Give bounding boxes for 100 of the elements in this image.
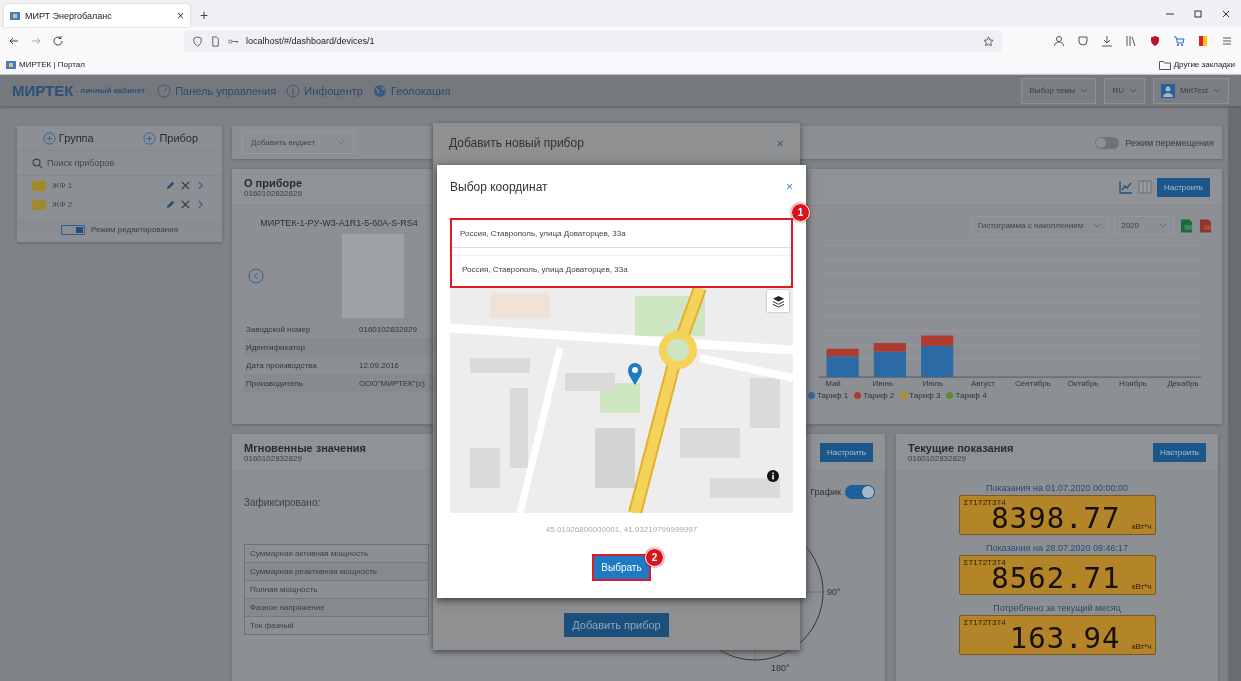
shield-icon bbox=[192, 35, 203, 47]
menu-icon[interactable] bbox=[1221, 35, 1233, 47]
star-icon[interactable] bbox=[983, 35, 994, 47]
table-icon[interactable] bbox=[1137, 180, 1152, 194]
angle-label: 90° bbox=[827, 587, 841, 597]
library-icon[interactable] bbox=[1125, 35, 1137, 47]
cart-icon[interactable] bbox=[1173, 35, 1185, 47]
move-mode-toggle[interactable] bbox=[1095, 136, 1120, 149]
reload-icon[interactable] bbox=[52, 35, 64, 47]
close-icon[interactable] bbox=[1221, 9, 1231, 19]
folder-icon bbox=[32, 199, 46, 210]
pencil-icon[interactable] bbox=[165, 180, 176, 191]
chart-type-dropdown[interactable]: Гистограмма с накоплением bbox=[970, 216, 1109, 235]
add-widget-dropdown[interactable]: Добавить виджет bbox=[242, 131, 354, 154]
axis-label: Август bbox=[969, 379, 997, 388]
shield-icon[interactable] bbox=[1077, 35, 1089, 47]
axis-label: Сентябрь bbox=[1014, 379, 1052, 388]
chevron-right-icon[interactable] bbox=[195, 199, 206, 210]
legend-label[interactable]: Тариф 4 bbox=[955, 391, 987, 400]
property-label: Дата производства bbox=[245, 360, 318, 370]
add-device-button[interactable]: Добавить прибор bbox=[564, 613, 669, 637]
select-button[interactable]: Выбрать bbox=[594, 556, 649, 579]
serial-number: 0160102832829 bbox=[908, 453, 967, 463]
plus-circle-icon bbox=[143, 131, 157, 145]
browser-tab[interactable]: МИРТ Энергобаланс × bbox=[4, 4, 190, 27]
back-icon[interactable] bbox=[8, 35, 20, 47]
move-mode-label: Режим перемещения bbox=[1125, 137, 1214, 148]
gauge-icon bbox=[157, 83, 172, 98]
pencil-icon[interactable] bbox=[165, 199, 176, 210]
property-label: Производитель bbox=[245, 378, 304, 388]
line-chart-icon[interactable] bbox=[1118, 180, 1133, 194]
configure-button[interactable]: Настроить bbox=[1156, 177, 1210, 197]
angle-label: 180° bbox=[771, 663, 790, 673]
person-icon[interactable] bbox=[1053, 35, 1065, 47]
reading-value: 163.94 bbox=[1009, 624, 1121, 653]
forward-icon[interactable] bbox=[30, 35, 42, 47]
tariff-label: ΣT1T2T3T4 bbox=[963, 618, 1006, 627]
address-bar[interactable]: localhost/#/dashboard/devices/1 bbox=[184, 30, 1002, 52]
info-icon bbox=[286, 83, 301, 98]
property-value: 0160102832829 bbox=[359, 324, 417, 334]
maximize-icon[interactable] bbox=[1193, 9, 1203, 19]
flag-icon[interactable] bbox=[1197, 35, 1209, 47]
graph-toggle[interactable] bbox=[845, 485, 875, 499]
reading-value: 8398.77 bbox=[991, 504, 1121, 533]
unit-label: кВт*ч bbox=[1132, 642, 1152, 651]
tab-close-button[interactable]: × bbox=[177, 8, 184, 23]
bookmark-link[interactable]: МИРТЕК | Портал bbox=[6, 59, 85, 70]
legend-label[interactable]: Тариф 3 bbox=[909, 391, 941, 400]
pdf-file-icon[interactable] bbox=[1199, 217, 1212, 234]
configure-button[interactable]: Настроить bbox=[1152, 442, 1206, 462]
nav-link[interactable]: Геолокация bbox=[372, 83, 451, 98]
delete-icon[interactable] bbox=[180, 199, 191, 210]
map-pin-icon[interactable] bbox=[627, 362, 643, 386]
graph-toggle-label: График bbox=[810, 487, 841, 497]
device-model: МИРТЕК-1-РУ-W3-A1R1-5-60A-S-RS4 bbox=[259, 218, 419, 228]
property-label: Заводской номер bbox=[245, 324, 312, 334]
chevron-down-icon bbox=[1129, 88, 1137, 93]
info-icon[interactable] bbox=[767, 470, 779, 482]
configure-button[interactable]: Настроить bbox=[819, 442, 873, 462]
reading-caption: Показания на 01.07.2020 00:00:00 bbox=[985, 483, 1129, 493]
axis-label: Ноябрь bbox=[1118, 379, 1148, 388]
new-tab-button[interactable]: + bbox=[200, 7, 209, 23]
chevron-right-icon[interactable] bbox=[195, 180, 206, 191]
search-field[interactable]: Поиск приборов bbox=[47, 158, 197, 168]
site-logo-icon bbox=[6, 59, 16, 70]
edit-mode-toggle[interactable] bbox=[60, 224, 85, 235]
layers-button[interactable] bbox=[767, 290, 789, 312]
delete-icon[interactable] bbox=[180, 180, 191, 191]
recorded-label: Зафиксировано: bbox=[244, 497, 322, 508]
folder-icon bbox=[32, 180, 46, 191]
user-menu[interactable]: MirtTest bbox=[1153, 77, 1229, 104]
close-button[interactable]: × bbox=[786, 180, 793, 194]
year-dropdown[interactable]: 2020 bbox=[1114, 216, 1174, 235]
nav-link[interactable]: Панель управления bbox=[157, 83, 277, 98]
shield-icon[interactable] bbox=[1149, 35, 1161, 47]
spreadsheet-file-icon[interactable] bbox=[1180, 217, 1193, 234]
axis-label: Декабрь bbox=[1166, 379, 1200, 388]
unit-label: кВт*ч bbox=[1132, 522, 1152, 531]
property-label: Идентификатор bbox=[245, 342, 306, 352]
add-button[interactable]: Группа bbox=[17, 126, 120, 150]
download-icon[interactable] bbox=[1101, 35, 1113, 47]
card-title: О приборе bbox=[244, 176, 303, 189]
nav-link[interactable]: Инфоцентр bbox=[286, 83, 363, 98]
dialog-title: Добавить новый прибор bbox=[449, 136, 584, 150]
site-logo-icon bbox=[10, 10, 20, 21]
previous-icon[interactable] bbox=[248, 268, 264, 284]
reading-caption: Показания на 28.07.2020 09:46:17 bbox=[985, 543, 1129, 553]
bookmark-folder[interactable]: Другие закладки bbox=[1158, 59, 1235, 70]
stacked-bar[interactable] bbox=[873, 343, 906, 378]
legend-label[interactable]: Тариф 1 bbox=[817, 391, 849, 400]
avatar-icon bbox=[1161, 83, 1175, 98]
legend-label[interactable]: Тариф 2 bbox=[863, 391, 895, 400]
stacked-bar[interactable] bbox=[921, 335, 954, 378]
edit-mode-label: Режим редактирования bbox=[90, 225, 179, 234]
scrollbar[interactable] bbox=[1228, 106, 1241, 681]
group-name[interactable]: ЖФ 2 bbox=[52, 200, 73, 209]
close-button[interactable]: × bbox=[776, 135, 784, 151]
add-button[interactable]: Прибор bbox=[119, 126, 222, 150]
stacked-bar[interactable] bbox=[826, 348, 859, 378]
chevron-down-icon bbox=[1159, 223, 1167, 228]
